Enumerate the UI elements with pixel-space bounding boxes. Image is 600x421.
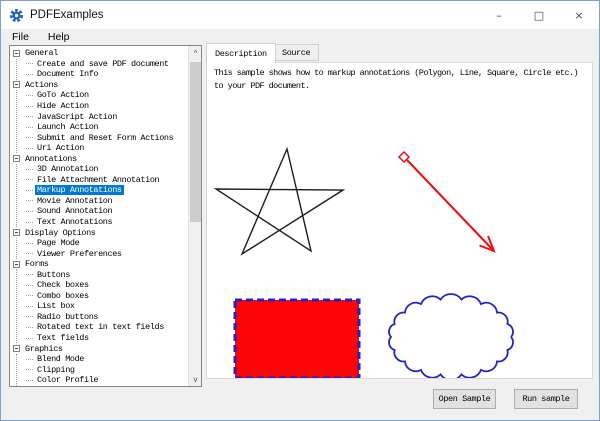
tree-item-label[interactable]: Page Mode bbox=[35, 238, 81, 248]
tree-item[interactable]: Uri Action bbox=[26, 143, 187, 154]
square-annotation bbox=[233, 298, 361, 378]
close-button[interactable]: × bbox=[559, 1, 599, 29]
tree-item-label[interactable]: Document Info bbox=[35, 69, 100, 79]
collapse-minus-icon[interactable] bbox=[13, 260, 20, 268]
tree-item[interactable]: Text Annotations bbox=[26, 217, 187, 228]
tree-item[interactable]: Rotated text in text fields bbox=[26, 322, 187, 333]
tree-item[interactable]: Text fields bbox=[26, 333, 187, 344]
tree-section[interactable]: Graphics bbox=[13, 343, 187, 354]
open-sample-button[interactable]: Open Sample bbox=[433, 389, 496, 409]
tree-item[interactable]: Combo boxes bbox=[26, 291, 187, 302]
tree-item[interactable]: File Attachment Annotation bbox=[26, 175, 187, 186]
collapse-minus-icon[interactable] bbox=[13, 229, 20, 237]
tree-item[interactable]: Check boxes bbox=[26, 280, 187, 291]
scroll-up-icon[interactable]: ^ bbox=[189, 46, 201, 60]
tree-section-label[interactable]: Forms bbox=[23, 259, 51, 269]
tree-item-label[interactable]: GoTo Action bbox=[35, 90, 91, 100]
title-bar: PDFExamples – □ × bbox=[1, 1, 599, 29]
maximize-button[interactable]: □ bbox=[519, 1, 559, 29]
tree-item-label[interactable]: 3D Annotation bbox=[35, 164, 100, 174]
collapse-minus-icon[interactable] bbox=[13, 345, 20, 353]
minimize-button[interactable]: – bbox=[479, 1, 519, 29]
tree-section[interactable]: Forms bbox=[13, 259, 187, 270]
tree-item-label[interactable]: List box bbox=[35, 301, 77, 311]
tree-item[interactable]: Buttons bbox=[26, 269, 187, 280]
run-sample-button[interactable]: Run sample bbox=[514, 389, 578, 409]
tree-item[interactable]: Sound Annotation bbox=[26, 206, 187, 217]
collapse-minus-icon[interactable] bbox=[13, 49, 20, 57]
tree-item-label[interactable]: Text fields bbox=[35, 333, 91, 343]
tree-item-label[interactable]: Rotated text in text fields bbox=[35, 322, 166, 332]
tree-item[interactable]: List box bbox=[26, 301, 187, 312]
tree-item-label[interactable]: Clipping bbox=[35, 365, 77, 375]
tree-item[interactable]: Page Mode bbox=[26, 238, 187, 249]
tree-item-label[interactable]: Combo boxes bbox=[35, 291, 91, 301]
scroll-down-icon[interactable]: v bbox=[189, 372, 201, 386]
tree-item[interactable]: Launch Action bbox=[26, 122, 187, 133]
menu-file[interactable]: File bbox=[10, 31, 31, 43]
tab-description[interactable]: Description bbox=[206, 43, 276, 63]
menu-help[interactable]: Help bbox=[46, 31, 72, 43]
annotations-preview bbox=[213, 146, 514, 378]
tree-item[interactable]: Color Profile bbox=[26, 375, 187, 386]
menu-bar: File Help bbox=[1, 29, 599, 45]
tree-item[interactable]: Movie Annotation bbox=[26, 196, 187, 207]
tree-item[interactable]: Blend Mode bbox=[26, 354, 187, 365]
scrollbar-thumb[interactable] bbox=[190, 62, 201, 222]
tree-item-label[interactable]: Uri Action bbox=[35, 143, 86, 153]
tree-item-label[interactable]: Text Annotations bbox=[35, 217, 114, 227]
tree-item-label[interactable]: Hide Action bbox=[35, 101, 91, 111]
samples-tree-panel: General Create and save PDF document Docum… bbox=[9, 45, 202, 387]
tree-section[interactable]: Display Options bbox=[13, 227, 187, 238]
line-arrow-annotation bbox=[397, 150, 496, 253]
tree-section-label[interactable]: Actions bbox=[23, 80, 60, 90]
tree-item[interactable]: 3D Annotation bbox=[26, 164, 187, 175]
tree: General Create and save PDF document Docum… bbox=[13, 48, 187, 386]
tree-item[interactable]: GoTo Action bbox=[26, 90, 187, 101]
tree-item-label[interactable]: Submit and Reset Form Actions bbox=[35, 133, 175, 143]
tree-scrollbar[interactable]: ^ v bbox=[188, 46, 201, 386]
tree-item[interactable]: Markup Annotations bbox=[26, 185, 187, 196]
tree-item-selected[interactable]: Markup Annotations bbox=[35, 185, 124, 196]
tree-section[interactable]: General bbox=[13, 48, 187, 59]
tree-item-label[interactable]: Launch Action bbox=[35, 122, 100, 132]
tree-section-label[interactable]: Annotations bbox=[23, 154, 79, 164]
cloud-annotation bbox=[388, 293, 514, 378]
collapse-minus-icon[interactable] bbox=[13, 155, 20, 163]
tab-source[interactable]: Source bbox=[273, 44, 320, 61]
tree-section-label[interactable]: Display Options bbox=[23, 228, 98, 238]
app-window: PDFExamples – □ × File Help General Creat… bbox=[0, 0, 600, 421]
app-gear-icon bbox=[9, 8, 24, 22]
tree-item[interactable]: Create and save PDF document bbox=[26, 59, 187, 70]
tree-item-label[interactable]: Blend Mode bbox=[35, 354, 86, 364]
description-panel: This sample shows how to markup annotati… bbox=[206, 62, 593, 379]
tree-section[interactable]: Annotations bbox=[13, 153, 187, 164]
tree-section[interactable]: Actions bbox=[13, 80, 187, 91]
tree-item[interactable]: JavaScript Action bbox=[26, 111, 187, 122]
tree-item-label[interactable]: Check boxes bbox=[35, 280, 91, 290]
tree-item[interactable]: Clipping bbox=[26, 364, 187, 375]
tree-section-label[interactable]: General bbox=[23, 48, 60, 58]
tree-item-label[interactable]: Buttons bbox=[35, 270, 72, 280]
tree-item[interactable]: Radio buttons bbox=[26, 312, 187, 323]
tree-item[interactable]: Document Info bbox=[26, 69, 187, 80]
window-title: PDFExamples bbox=[30, 9, 104, 21]
tree-item-label[interactable]: Color Profile bbox=[35, 375, 100, 385]
tree-item-label[interactable]: JavaScript Action bbox=[35, 112, 119, 122]
tree-item-label[interactable]: Movie Annotation bbox=[35, 196, 114, 206]
tree-section-label[interactable]: Graphics bbox=[23, 344, 65, 354]
tree-item-label[interactable]: Sound Annotation bbox=[35, 206, 114, 216]
tree-item-label[interactable]: Viewer Preferences bbox=[35, 249, 124, 259]
star-polygon-annotation bbox=[213, 146, 346, 256]
tree-item-label[interactable]: Radio buttons bbox=[35, 312, 100, 322]
collapse-minus-icon[interactable] bbox=[13, 81, 20, 89]
tree-item[interactable]: Viewer Preferences bbox=[26, 248, 187, 259]
tree-item[interactable]: Submit and Reset Form Actions bbox=[26, 132, 187, 143]
tree-item-label[interactable]: File Attachment Annotation bbox=[35, 175, 161, 185]
tree-item-label[interactable]: Create and save PDF document bbox=[35, 59, 171, 69]
tree-item[interactable]: Hide Action bbox=[26, 101, 187, 112]
